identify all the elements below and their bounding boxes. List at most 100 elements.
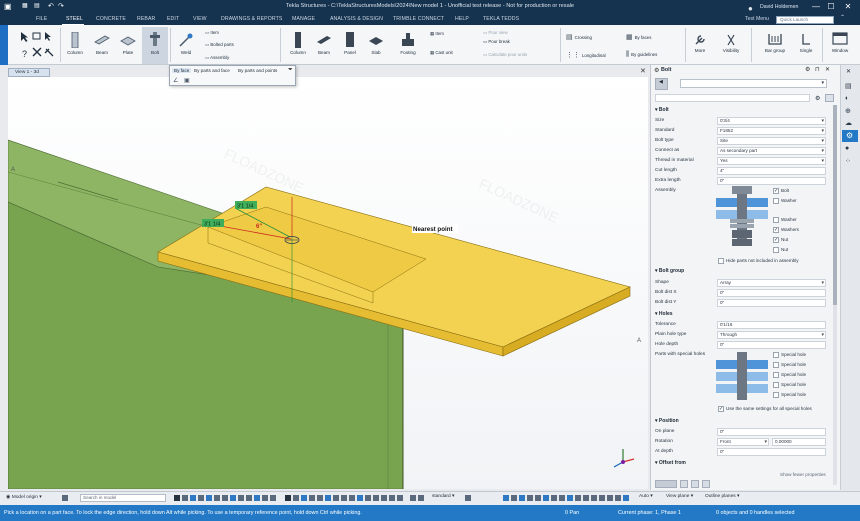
bolt-type-field[interactable]: Site: [717, 137, 826, 145]
test-menu[interactable]: Test Menu: [745, 16, 769, 22]
snap-nearest-icon[interactable]: [333, 495, 339, 501]
select-rebar-icon[interactable]: [246, 495, 252, 501]
snap-mid-icon[interactable]: [293, 495, 299, 501]
maximize-button[interactable]: ☐: [825, 1, 837, 13]
properties-tab-icon[interactable]: ▤: [845, 82, 852, 90]
toggle-icon[interactable]: [607, 495, 613, 501]
panel-scroll-thumb[interactable]: [833, 105, 837, 305]
assembly-washer-2-checkbox[interactable]: [773, 217, 779, 223]
assembly-nut-checkbox[interactable]: ✓: [773, 237, 779, 243]
panel-close-icon[interactable]: ✕: [825, 66, 830, 73]
bolt-dist-y-field[interactable]: 0": [717, 299, 826, 307]
connect-as-field[interactable]: As secondary part: [717, 147, 826, 155]
special-hole-2-checkbox[interactable]: [773, 362, 779, 368]
ribbon-side-strip[interactable]: [0, 25, 8, 65]
hole-depth-field[interactable]: 0": [717, 341, 826, 349]
option-by-face[interactable]: By face: [172, 68, 192, 73]
single-bar-button[interactable]: Single: [795, 32, 817, 53]
strip-close-icon[interactable]: ✕: [846, 68, 851, 75]
model-origin-select[interactable]: ◉ Model origin ▾: [6, 494, 42, 500]
tolerance-field[interactable]: 0'1/16: [717, 321, 826, 329]
concrete-beam-button[interactable]: Beam: [313, 32, 335, 55]
select-welds-icon[interactable]: [230, 495, 236, 501]
view-plane-select[interactable]: View plane ▾: [666, 494, 693, 499]
inquire-icon[interactable]: [575, 495, 581, 501]
settings-small-icon[interactable]: [615, 495, 621, 501]
snap-center-icon[interactable]: [301, 495, 307, 501]
snap-override-icon[interactable]: [418, 495, 424, 501]
select-all-icon[interactable]: [174, 495, 180, 501]
view-close-icon[interactable]: ✕: [640, 67, 646, 75]
view-tab[interactable]: View 1 - 3d: [8, 68, 50, 77]
concrete-footing-button[interactable]: Footing: [395, 32, 421, 55]
model-3d-view[interactable]: 3'1 1/4 3'1 1/4 6" Nearest point A A FLO…: [8, 77, 648, 489]
quick-launch-input[interactable]: Quick Launch: [776, 16, 834, 24]
filter-icon[interactable]: ⏷: [288, 67, 293, 74]
menu-help[interactable]: HELP: [455, 16, 469, 22]
at-depth-field[interactable]: 0": [717, 448, 826, 456]
snap-free-icon[interactable]: [381, 495, 387, 501]
menu-file[interactable]: FILE: [36, 16, 47, 22]
visibility-button[interactable]: Visibility: [718, 34, 744, 53]
snap-options-icon[interactable]: [410, 495, 416, 501]
pan-icon[interactable]: [551, 495, 557, 501]
snap-line-icon[interactable]: [325, 495, 331, 501]
size-field[interactable]: 0'3/4: [717, 117, 826, 125]
assembly-nut-2-checkbox[interactable]: [773, 247, 779, 253]
user-name[interactable]: David Holdemen: [760, 4, 798, 10]
layers-icon[interactable]: [599, 495, 605, 501]
snap-end-icon[interactable]: [285, 495, 291, 501]
rebar-by-faces-item[interactable]: ▦ By faces: [626, 33, 651, 41]
snap-any-icon[interactable]: [341, 495, 347, 501]
status-phase[interactable]: Current phase: 1, Phase 1: [618, 510, 681, 516]
panel-prev-button[interactable]: ◀: [655, 78, 668, 90]
cast-item-cast-unit[interactable]: ▦ Cast unit: [430, 50, 453, 56]
bolt-mode-dropdown[interactable]: By face By parts and face By parts and p…: [169, 65, 296, 86]
option-by-parts-and-face[interactable]: By parts and face: [194, 68, 230, 73]
measure-icon[interactable]: [567, 495, 573, 501]
selection-tools-icon[interactable]: ?: [19, 30, 57, 60]
special-hole-4-checkbox[interactable]: [773, 382, 779, 388]
concrete-column-button[interactable]: Column: [287, 32, 309, 55]
concrete-slab-button[interactable]: Slab: [365, 32, 387, 55]
snap-reference-icon[interactable]: [373, 495, 379, 501]
rebar-longitudinal-item[interactable]: ⋮⋮ Longitudinal: [566, 51, 606, 59]
snap-geometry-icon[interactable]: [349, 495, 355, 501]
more-button[interactable]: More: [690, 34, 710, 53]
assembly-bolt-checkbox[interactable]: ✓: [773, 188, 779, 194]
menu-manage[interactable]: MANAGE: [292, 16, 315, 22]
section-bolt[interactable]: ▾ Bolt: [655, 107, 669, 113]
help-tab-icon[interactable]: ●: [845, 145, 849, 152]
menu-trimble-connect[interactable]: TRIMBLE CONNECT: [393, 16, 444, 22]
pour-break-item[interactable]: ▭ Pour break: [483, 39, 510, 45]
weld-item-bolted-parts[interactable]: ▭ Bolted parts: [205, 42, 234, 48]
rotate-icon[interactable]: [543, 495, 549, 501]
angle-icon[interactable]: ∠: [173, 77, 178, 84]
fly-icon[interactable]: [559, 495, 565, 501]
menu-edit[interactable]: EDIT: [167, 16, 179, 22]
standard-select[interactable]: standard ▾: [432, 494, 454, 499]
outline-planes-select[interactable]: Outline planes ▾: [705, 494, 739, 499]
panel-toggle-button[interactable]: [702, 480, 710, 488]
rotation-field[interactable]: Front: [717, 438, 769, 446]
close-button[interactable]: ✕: [842, 1, 854, 13]
option-by-parts-and-points[interactable]: By parts and points: [238, 68, 277, 73]
steel-beam-button[interactable]: Beam: [91, 32, 113, 55]
panel-pick-button[interactable]: [691, 480, 699, 488]
weld-item-item[interactable]: ▭ Item: [205, 30, 219, 36]
select-references-icon[interactable]: [270, 495, 276, 501]
menu-drawings-reports[interactable]: DRAWINGS & REPORTS: [221, 16, 282, 22]
work-area-icon[interactable]: [503, 495, 509, 501]
highlight-icon[interactable]: [623, 495, 629, 501]
catalog-tab-icon[interactable]: ⊕: [845, 107, 851, 115]
select-assemblies-icon[interactable]: [206, 495, 212, 501]
panel-search-input[interactable]: [655, 94, 810, 102]
snap-grid-icon[interactable]: [365, 495, 371, 501]
rotation-angle-field[interactable]: 0.00000: [772, 438, 826, 446]
zoom-icon[interactable]: [535, 495, 541, 501]
cloud-tab-icon[interactable]: ☁: [845, 119, 852, 127]
assembly-washer-checkbox[interactable]: [773, 198, 779, 204]
rebar-by-guidelines-item[interactable]: ⫼ By guidelines: [626, 51, 657, 59]
panel-options-icon[interactable]: ⚙: [815, 95, 820, 102]
settings-tab-icon[interactable]: ⚙: [846, 131, 853, 140]
